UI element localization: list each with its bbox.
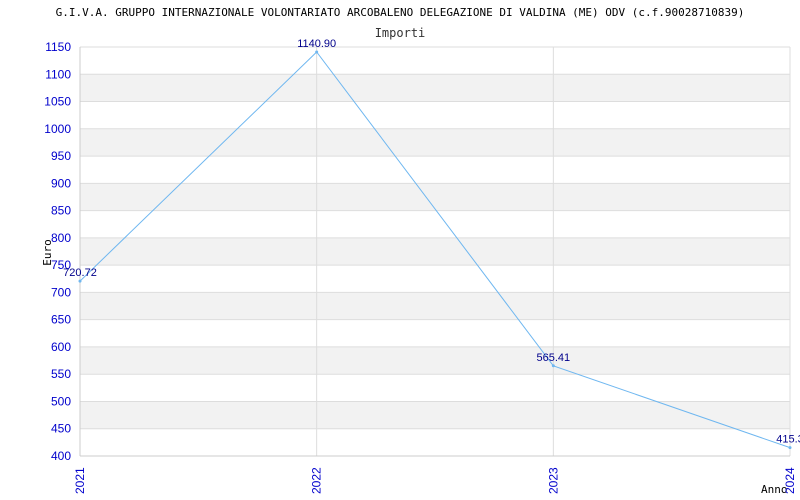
y-tick-label: 500	[51, 394, 71, 408]
y-tick-label: 800	[51, 231, 71, 245]
line-chart: 4004505005506006507007508008509009501000…	[44, 38, 800, 494]
x-tick-label: 2024	[783, 467, 797, 494]
grid-band	[80, 346, 790, 375]
data-label: 565.41	[537, 352, 571, 364]
data-label: 1140.90	[297, 38, 336, 50]
y-tick-label: 1000	[44, 122, 71, 136]
grid-band	[80, 401, 790, 429]
y-tick-label: 1050	[44, 95, 71, 109]
grid-band	[80, 237, 790, 266]
y-tick-label: 850	[51, 204, 71, 218]
y-tick-label: 450	[51, 422, 71, 436]
grid-band	[80, 183, 790, 211]
y-tick-label: 650	[51, 313, 71, 327]
data-point	[788, 446, 792, 450]
y-tick-label: 900	[51, 176, 71, 190]
data-point	[78, 279, 82, 283]
y-tick-label: 700	[51, 285, 71, 299]
grid-band	[80, 265, 790, 293]
y-tick-label: 600	[51, 340, 71, 354]
y-tick-label: 1150	[45, 40, 71, 54]
grid-band	[80, 428, 790, 456]
grid-band	[80, 210, 790, 238]
grid-band	[80, 319, 790, 347]
x-tick-label: 2023	[546, 467, 560, 494]
data-point	[551, 364, 555, 368]
grid-band	[80, 47, 790, 75]
grid-band	[80, 128, 790, 157]
grid-band	[80, 101, 790, 129]
x-tick-label: 2021	[73, 467, 87, 494]
x-tick-label: 2022	[310, 467, 324, 494]
y-tick-label: 550	[51, 367, 71, 381]
y-tick-label: 1100	[45, 67, 71, 81]
y-tick-label: 950	[51, 149, 71, 163]
grid-band	[80, 374, 790, 402]
data-point	[315, 50, 319, 54]
data-label: 415.3	[776, 434, 800, 446]
grid-band	[80, 74, 790, 102]
grid-band	[80, 156, 790, 184]
data-label: 720.72	[63, 267, 97, 279]
grid-band	[80, 292, 790, 320]
y-tick-label: 400	[51, 449, 71, 463]
